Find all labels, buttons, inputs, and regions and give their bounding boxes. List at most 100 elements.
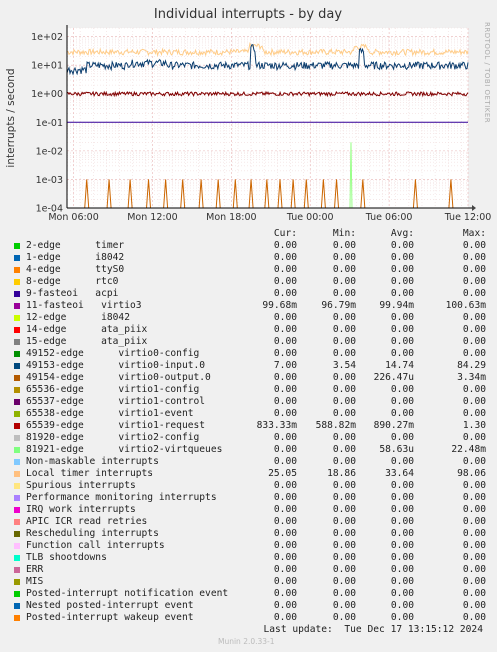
- legend-name: 81921-edge virtio2-virtqueues: [26, 444, 223, 455]
- legend-max: 0.00: [462, 384, 486, 395]
- plot-area: 1e+021e+011e+001e-011e-021e-031e-04Mon 0…: [31, 25, 491, 223]
- legend-row: 81920-edge virtio2-config 0.00 0.00 0.00 0.0…: [12, 432, 492, 444]
- legend-swatch: [14, 615, 20, 621]
- legend-min: 0.00: [332, 576, 356, 587]
- legend-name: APIC ICR read retries: [26, 516, 148, 527]
- legend-min: 0.00: [332, 588, 356, 599]
- legend-avg: 0.00: [390, 552, 414, 563]
- legend-max: 0.00: [462, 276, 486, 287]
- legend-name: 8-edge rtc0: [26, 276, 119, 287]
- x-axis-arrow: [472, 205, 476, 211]
- legend-min: 0.00: [332, 336, 356, 347]
- legend-name: MIS: [26, 576, 44, 587]
- legend-swatch: [14, 435, 20, 441]
- legend-cur: 0.00: [273, 336, 297, 347]
- legend-header-max: Max:: [462, 228, 486, 239]
- x-tick-label: Tue 06:00: [365, 212, 413, 223]
- legend-max: 0.00: [462, 324, 486, 335]
- legend-row: ERR 0.00 0.00 0.00 0.00: [12, 564, 492, 576]
- legend-avg: 0.00: [390, 492, 414, 503]
- legend-cur: 0.00: [273, 372, 297, 383]
- legend-row: 81921-edge virtio2-virtqueues 0.00 0.00 58.…: [12, 444, 492, 456]
- legend-row: 14-edge ata_piix 0.00 0.00 0.00 0.00: [12, 324, 492, 336]
- legend-max: 0.00: [462, 432, 486, 443]
- legend-max: 22.48m: [451, 444, 486, 455]
- legend-min: 0.00: [332, 408, 356, 419]
- legend-avg: 0.00: [390, 336, 414, 347]
- legend-min: 0.00: [332, 396, 356, 407]
- legend-cur: 0.00: [273, 612, 297, 623]
- legend-avg: 0.00: [390, 276, 414, 287]
- legend-cur: 0.00: [273, 588, 297, 599]
- legend-row: 65538-edge virtio1-event 0.00 0.00 0.00 0.00: [12, 408, 492, 420]
- legend-swatch: [14, 291, 20, 297]
- legend-avg: 0.00: [390, 480, 414, 491]
- legend-max: 0.00: [462, 540, 486, 551]
- legend-swatch: [14, 303, 20, 309]
- legend-min: 0.00: [332, 348, 356, 359]
- legend-name: 2-edge timer: [26, 240, 125, 251]
- legend-max: 0.00: [462, 408, 486, 419]
- legend-min: 0.00: [332, 600, 356, 611]
- legend-name: Nested posted-interrupt event: [26, 600, 194, 611]
- legend-avg: 0.00: [390, 588, 414, 599]
- legend-cur: 0.00: [273, 552, 297, 563]
- legend-min: 0.00: [332, 516, 356, 527]
- legend-swatch: [14, 531, 20, 537]
- legend-cur: 0.00: [273, 504, 297, 515]
- legend-swatch: [14, 543, 20, 549]
- legend-max: 0.00: [462, 576, 486, 587]
- legend-avg: 0.00: [390, 348, 414, 359]
- legend-cur: 0.00: [273, 264, 297, 275]
- legend-avg: 0.00: [390, 456, 414, 467]
- legend-max: 0.00: [462, 564, 486, 575]
- legend-cur: 99.68m: [262, 300, 297, 311]
- legend-max: 0.00: [462, 240, 486, 251]
- legend-avg: 0.00: [390, 612, 414, 623]
- legend-min: 0.00: [332, 312, 356, 323]
- legend-min: 0.00: [332, 432, 356, 443]
- legend-name: Non-maskable interrupts: [26, 456, 159, 467]
- legend-avg: 0.00: [390, 504, 414, 515]
- legend-cur: 0.00: [273, 600, 297, 611]
- legend-swatch: [14, 351, 20, 357]
- y-tick-label: 1e-02: [36, 146, 63, 157]
- y-tick-label: 1e+01: [31, 61, 63, 72]
- legend-min: 0.00: [332, 372, 356, 383]
- legend-name: TLB shootdowns: [26, 552, 107, 563]
- legend-max: 98.06: [457, 468, 486, 479]
- legend-cur: 0.00: [273, 348, 297, 359]
- legend-min: 0.00: [332, 288, 356, 299]
- legend-avg: 0.00: [390, 516, 414, 527]
- legend-swatch: [14, 267, 20, 273]
- legend-swatch: [14, 387, 20, 393]
- rrdtool-credit: RRDTOOL / TOBI OETIKER: [483, 22, 491, 123]
- legend-row: TLB shootdowns 0.00 0.00 0.00 0.00: [12, 552, 492, 564]
- legend-name: 11-fasteoi virtio3: [26, 300, 142, 311]
- legend-cur: 0.00: [273, 252, 297, 263]
- legend-row: Spurious interrupts 0.00 0.00 0.00 0.00: [12, 480, 492, 492]
- legend-name: 9-fasteoi acpi: [26, 288, 119, 299]
- legend-cur: 0.00: [273, 480, 297, 491]
- legend-min: 588.82m: [315, 420, 356, 431]
- legend-max: 100.63m: [445, 300, 486, 311]
- legend-max: 0.00: [462, 252, 486, 263]
- legend-row: 4-edge ttyS0 0.00 0.00 0.00 0.00: [12, 264, 492, 276]
- legend-row: Local timer interrupts 25.05 18.86 33.64 98.…: [12, 468, 492, 480]
- legend-name: 81920-edge virtio2-config: [26, 432, 200, 443]
- legend-min: 0.00: [332, 384, 356, 395]
- legend-swatch: [14, 567, 20, 573]
- legend-name: 1-edge i8042: [26, 252, 125, 263]
- legend-swatch: [14, 315, 20, 321]
- legend-swatch: [14, 243, 20, 249]
- legend-name: IRQ work interrupts: [26, 504, 136, 515]
- legend-row: 49154-edge virtio0-output.0 0.00 0.00 226.4…: [12, 372, 492, 384]
- legend-row: 65537-edge virtio1-control 0.00 0.00 0.00 0.…: [12, 396, 492, 408]
- legend-cur: 0.00: [273, 288, 297, 299]
- legend-row: APIC ICR read retries 0.00 0.00 0.00 0.00: [12, 516, 492, 528]
- legend-min: 3.54: [332, 360, 356, 371]
- legend-row: MIS 0.00 0.00 0.00 0.00: [12, 576, 492, 588]
- legend-row: Function call interrupts 0.00 0.00 0.00 0.00: [12, 540, 492, 552]
- legend-cur: 0.00: [273, 276, 297, 287]
- legend-min: 96.79m: [321, 300, 356, 311]
